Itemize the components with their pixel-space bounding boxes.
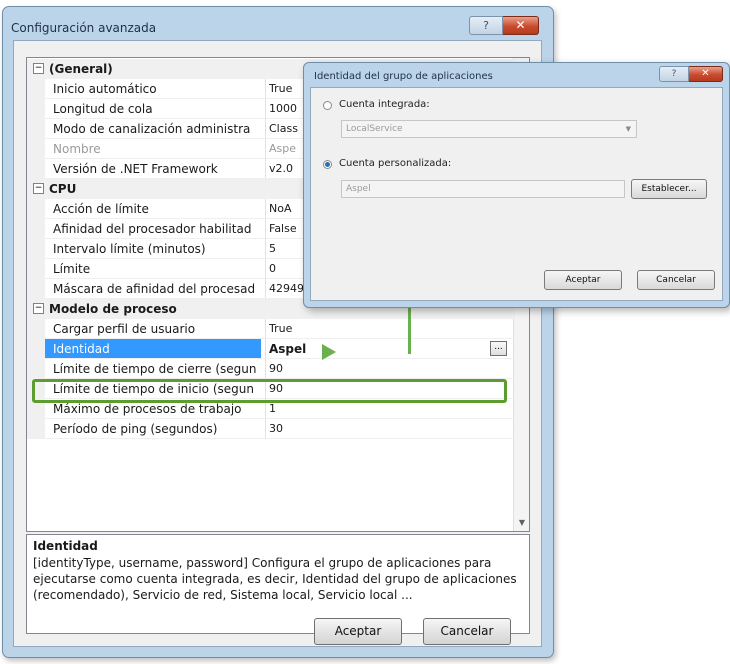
row-gutter [27, 99, 45, 119]
app-pool-identity-dialog: Identidad del grupo de aplicaciones ? ✕ … [303, 62, 730, 308]
row-gutter [27, 79, 45, 99]
dialog-caption-buttons: ? ✕ [659, 66, 723, 82]
row-divider [45, 438, 515, 439]
property-row[interactable]: Período de ping (segundos) 30 [27, 419, 515, 439]
column-divider[interactable] [265, 99, 266, 119]
row-gutter [27, 279, 45, 299]
column-divider[interactable] [265, 419, 266, 439]
property-name: Nombre [53, 142, 101, 156]
row-gutter [27, 339, 45, 359]
column-divider[interactable] [265, 359, 266, 379]
row-gutter [27, 259, 45, 279]
column-divider[interactable] [265, 119, 266, 139]
property-name: Máscara de afinidad del procesad [53, 282, 256, 296]
column-divider[interactable] [265, 79, 266, 99]
property-name: Longitud de cola [53, 102, 153, 116]
property-name: Versión de .NET Framework [53, 162, 218, 176]
column-divider[interactable] [265, 199, 266, 219]
column-divider[interactable] [265, 339, 266, 359]
column-divider[interactable] [265, 319, 266, 339]
category-label: CPU [49, 182, 77, 196]
property-name: Período de ping (segundos) [53, 422, 218, 436]
builtin-account-label: Cuenta integrada: [339, 99, 430, 110]
dialog-accept-button[interactable]: Aceptar [544, 270, 622, 290]
collapse-icon[interactable]: − [33, 63, 44, 74]
help-button[interactable]: ? [469, 16, 503, 35]
cancel-button[interactable]: Cancelar [423, 618, 511, 645]
window-caption-buttons: ? ✕ [469, 16, 539, 35]
property-name: Inicio automático [53, 82, 157, 96]
column-divider[interactable] [265, 239, 266, 259]
column-divider[interactable] [265, 159, 266, 179]
row-gutter [27, 199, 45, 219]
description-title: Identidad [33, 539, 98, 553]
category-label: Modelo de proceso [49, 302, 177, 316]
row-gutter [27, 359, 45, 379]
dropdown-arrow-icon: ▼ [625, 125, 631, 133]
property-value[interactable]: True [269, 322, 507, 335]
row-gutter [27, 119, 45, 139]
column-divider[interactable] [265, 139, 266, 159]
category-label: (General) [49, 62, 113, 76]
builtin-account-dropdown[interactable]: LocalService ▼ [341, 120, 637, 138]
property-name: Afinidad del procesador habilitad [53, 222, 252, 236]
close-button[interactable]: ✕ [503, 16, 539, 35]
property-row[interactable]: Límite de tiempo de cierre (segun 90 [27, 359, 515, 379]
identity-row-highlight [32, 379, 507, 403]
property-name: Límite de tiempo de cierre (segun [53, 362, 257, 376]
builtin-account-value: LocalService [346, 124, 403, 134]
builtin-account-radio[interactable] [323, 101, 332, 110]
property-name: Acción de límite [53, 202, 149, 216]
dialog-help-button[interactable]: ? [659, 66, 689, 82]
row-gutter [27, 239, 45, 259]
dialog-close-button[interactable]: ✕ [689, 66, 723, 82]
property-value[interactable]: Aspel [269, 342, 507, 356]
dialog-client-area: Cuenta integrada: LocalService ▼ Cuenta … [310, 87, 723, 301]
scroll-down-arrow-icon[interactable]: ▼ [519, 518, 525, 527]
property-name: Intervalo límite (minutos) [53, 242, 206, 256]
dialog-cancel-button[interactable]: Cancelar [637, 270, 715, 290]
window-title: Configuración avanzada [11, 21, 157, 35]
property-value[interactable]: 90 [269, 362, 507, 375]
accept-button[interactable]: Aceptar [314, 618, 402, 645]
row-gutter [27, 419, 45, 439]
custom-account-field: Aspel [341, 180, 625, 198]
property-row[interactable]: Cargar perfil de usuario True [27, 319, 515, 339]
column-divider[interactable] [265, 279, 266, 299]
row-gutter [27, 139, 45, 159]
property-name: Modo de canalización administra [53, 122, 251, 136]
custom-account-radio[interactable] [323, 160, 332, 169]
collapse-icon[interactable]: − [33, 183, 44, 194]
property-name: Máximo de procesos de trabajo [53, 402, 242, 416]
property-name: Límite [53, 262, 91, 276]
row-gutter [27, 219, 45, 239]
property-name: Cargar perfil de usuario [53, 322, 196, 336]
property-name: Identidad [45, 339, 261, 359]
callout-arrow-icon [322, 344, 336, 360]
dialog-title: Identidad del grupo de aplicaciones [314, 71, 493, 82]
property-value[interactable]: 1 [269, 402, 507, 415]
collapse-icon[interactable]: − [33, 303, 44, 314]
property-row-identity[interactable]: Identidad Aspel... [27, 339, 515, 359]
column-divider[interactable] [265, 259, 266, 279]
set-account-button[interactable]: Establecer... [631, 179, 707, 199]
description-text: [identityType, username, password] Confi… [33, 556, 517, 602]
property-value[interactable]: 30 [269, 422, 507, 435]
ellipsis-button[interactable]: ... [490, 341, 507, 356]
row-gutter [27, 159, 45, 179]
row-gutter [27, 319, 45, 339]
custom-account-label: Cuenta personalizada: [339, 158, 452, 169]
column-divider[interactable] [265, 219, 266, 239]
